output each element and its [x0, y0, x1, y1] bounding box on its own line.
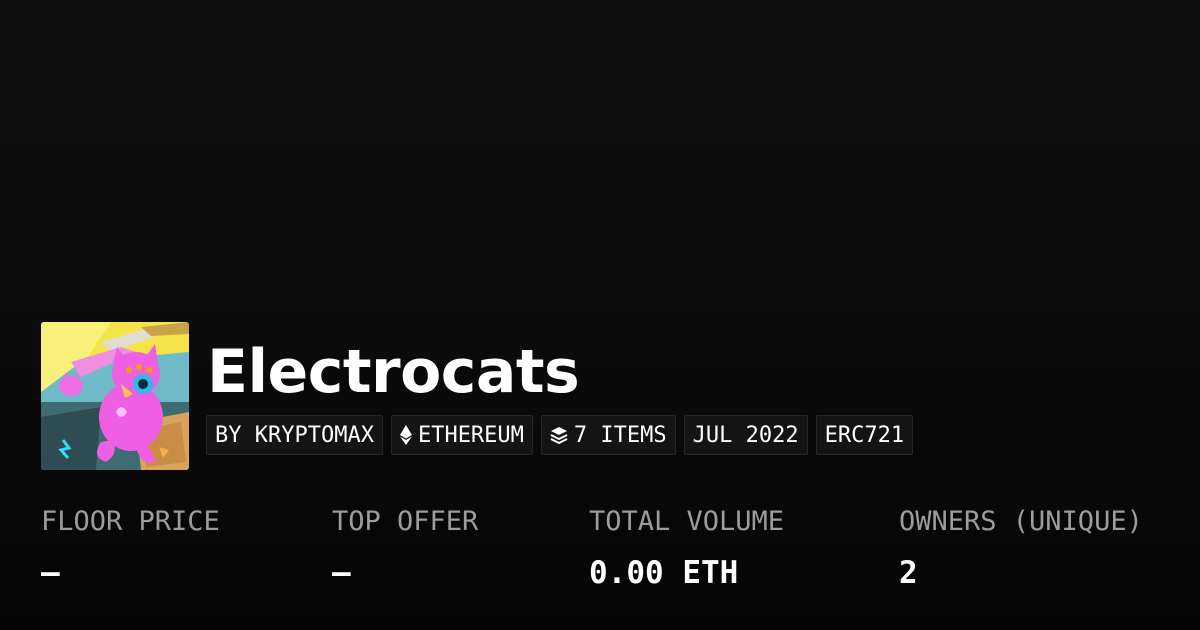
floor-price-label: FLOOR PRICE	[41, 506, 220, 537]
banner-area	[0, 0, 1200, 300]
chain-chip-label: ETHEREUM	[417, 422, 524, 448]
owners-value: 2	[899, 555, 918, 591]
creator-chip-label: BY KRYPTOMAX	[215, 422, 374, 448]
ethereum-icon	[399, 425, 412, 445]
owners-label: OWNERS (UNIQUE)	[899, 506, 1143, 537]
top-offer-label: TOP OFFER	[332, 506, 479, 537]
total-volume-stat: TOTAL VOLUME 0.00 ETH	[589, 505, 784, 591]
chain-chip[interactable]: ETHEREUM	[390, 415, 533, 455]
standard-chip: ERC721	[815, 415, 914, 455]
items-chip[interactable]: 7 ITEMS	[540, 415, 676, 455]
floor-price-value: –	[41, 555, 60, 591]
items-chip-label: 7 ITEMS	[573, 422, 667, 448]
total-volume-label: TOTAL VOLUME	[589, 506, 785, 537]
top-offer-value: –	[332, 555, 351, 591]
collection-title: Electrocats	[207, 337, 580, 407]
top-offer-stat: TOP OFFER –	[332, 505, 478, 591]
date-chip: JUL 2022	[683, 415, 808, 455]
floor-price-stat: FLOOR PRICE –	[41, 505, 220, 591]
owners-stat: OWNERS (UNIQUE) 2	[899, 505, 1143, 591]
total-volume-value: 0.00 ETH	[589, 555, 739, 591]
electrocat-artwork-icon	[41, 322, 189, 470]
date-chip-label: JUL 2022	[692, 422, 799, 448]
collection-chips: BY KRYPTOMAX ETHEREUM 7 ITEMS JUL 2022 E…	[206, 415, 914, 455]
standard-chip-label: ERC721	[824, 422, 905, 448]
creator-chip[interactable]: BY KRYPTOMAX	[206, 415, 383, 455]
layers-icon	[550, 426, 568, 444]
collection-avatar	[41, 322, 189, 470]
